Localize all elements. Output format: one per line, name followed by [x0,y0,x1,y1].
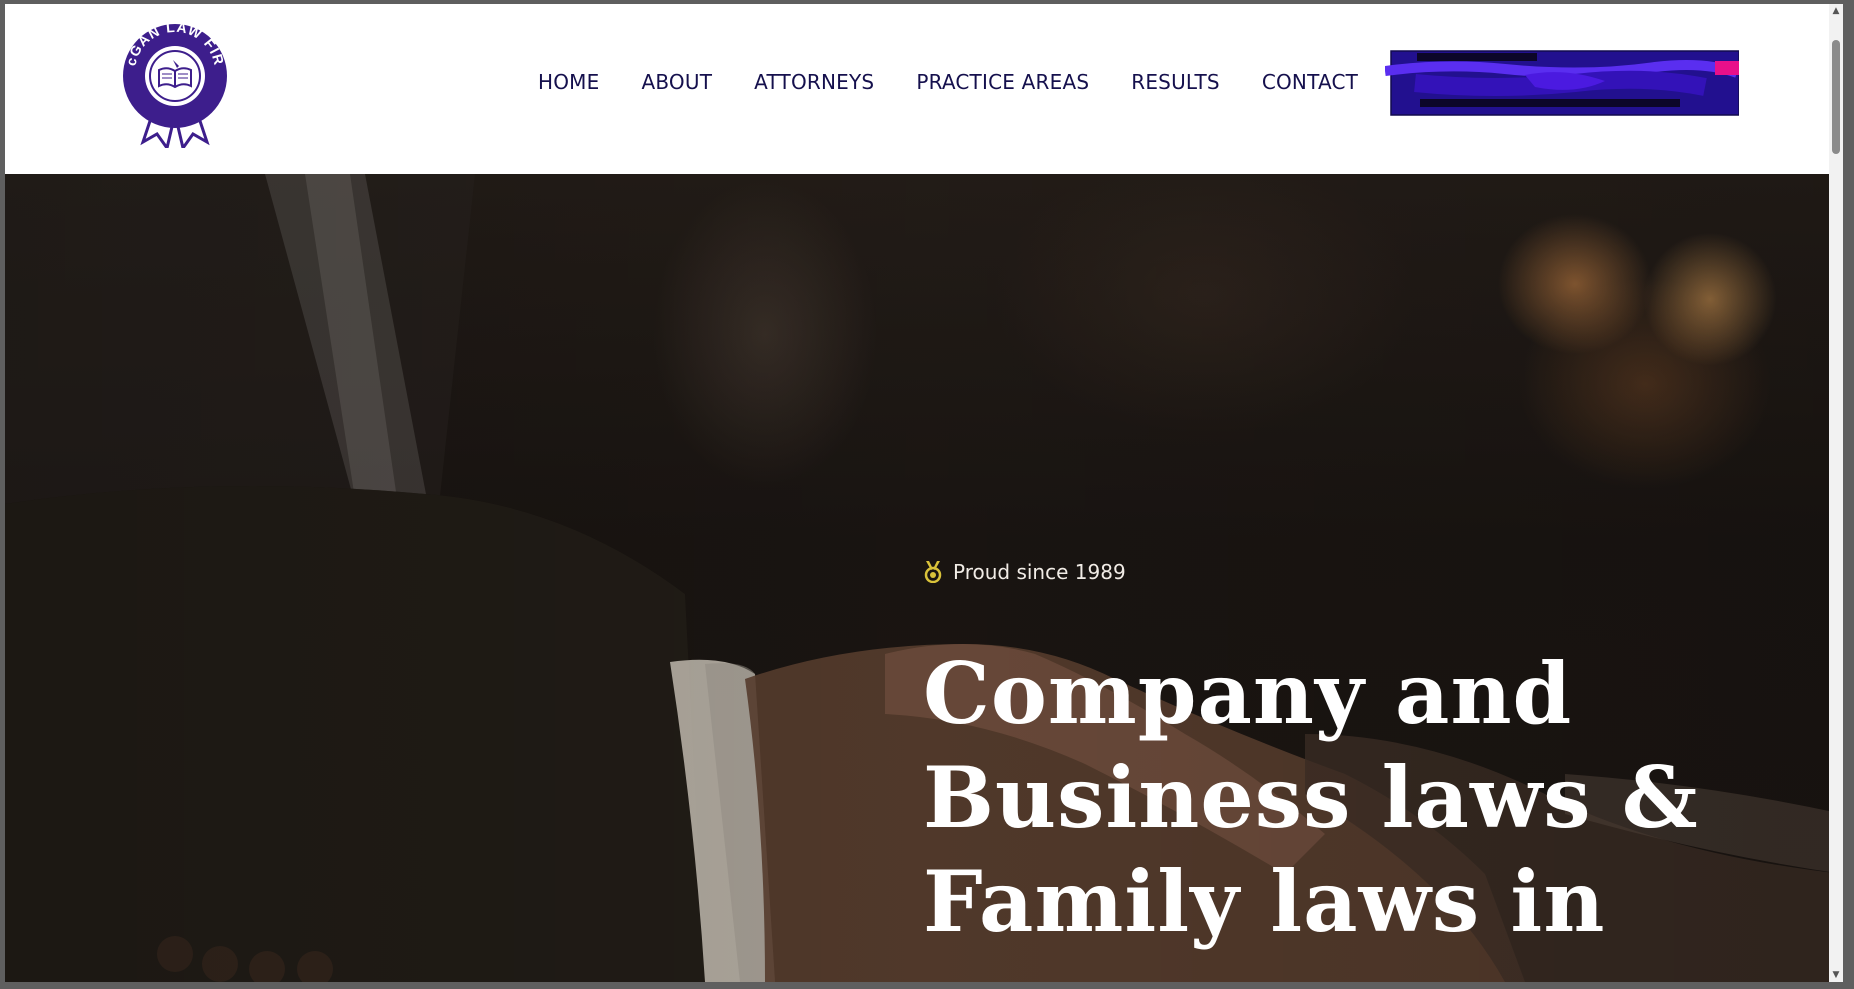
redacted-cta-graphic [1384,50,1740,116]
scrollbar-thumb[interactable] [1832,40,1840,154]
nav-item-home[interactable]: HOME [538,70,599,94]
medal-icon [923,561,943,584]
nav-item-attorneys[interactable]: ATTORNEYS [754,70,874,94]
browser-window: McGAN LAW FIRM HOME ABOUT ATTORNEYS PRAC… [0,0,1854,989]
hero-headline: Company and Business laws & Family laws … [923,642,1823,954]
page-viewport: McGAN LAW FIRM HOME ABOUT ATTORNEYS PRAC… [5,4,1843,982]
hero-tagline-text: Proud since 1989 [953,560,1126,584]
hero-headline-line: Company and [923,644,1573,743]
nav-item-about[interactable]: ABOUT [641,70,712,94]
hero-tagline: Proud since 1989 [923,560,1126,584]
scroll-down-arrow-icon[interactable]: ▼ [1831,970,1841,980]
scroll-up-arrow-icon[interactable]: ▲ [1831,6,1841,16]
hero-headline-line: Family laws in [923,852,1606,951]
hero-headline-line: Business laws & [923,748,1699,847]
nav-item-practice-areas[interactable]: PRACTICE AREAS [916,70,1089,94]
site-logo[interactable]: McGAN LAW FIRM [107,4,237,152]
site-header: McGAN LAW FIRM HOME ABOUT ATTORNEYS PRAC… [5,4,1843,174]
page-scrollbar[interactable]: ▲ ▼ [1829,4,1843,982]
header-cta-button[interactable] [1384,47,1740,119]
law-firm-seal-icon: McGAN LAW FIRM [107,4,227,152]
hero-section: Proud since 1989 Company and Business la… [5,174,1843,982]
nav-item-results[interactable]: RESULTS [1131,70,1220,94]
nav-item-contact[interactable]: CONTACT [1262,70,1358,94]
main-nav: HOME ABOUT ATTORNEYS PRACTICE AREAS RESU… [538,70,1400,94]
